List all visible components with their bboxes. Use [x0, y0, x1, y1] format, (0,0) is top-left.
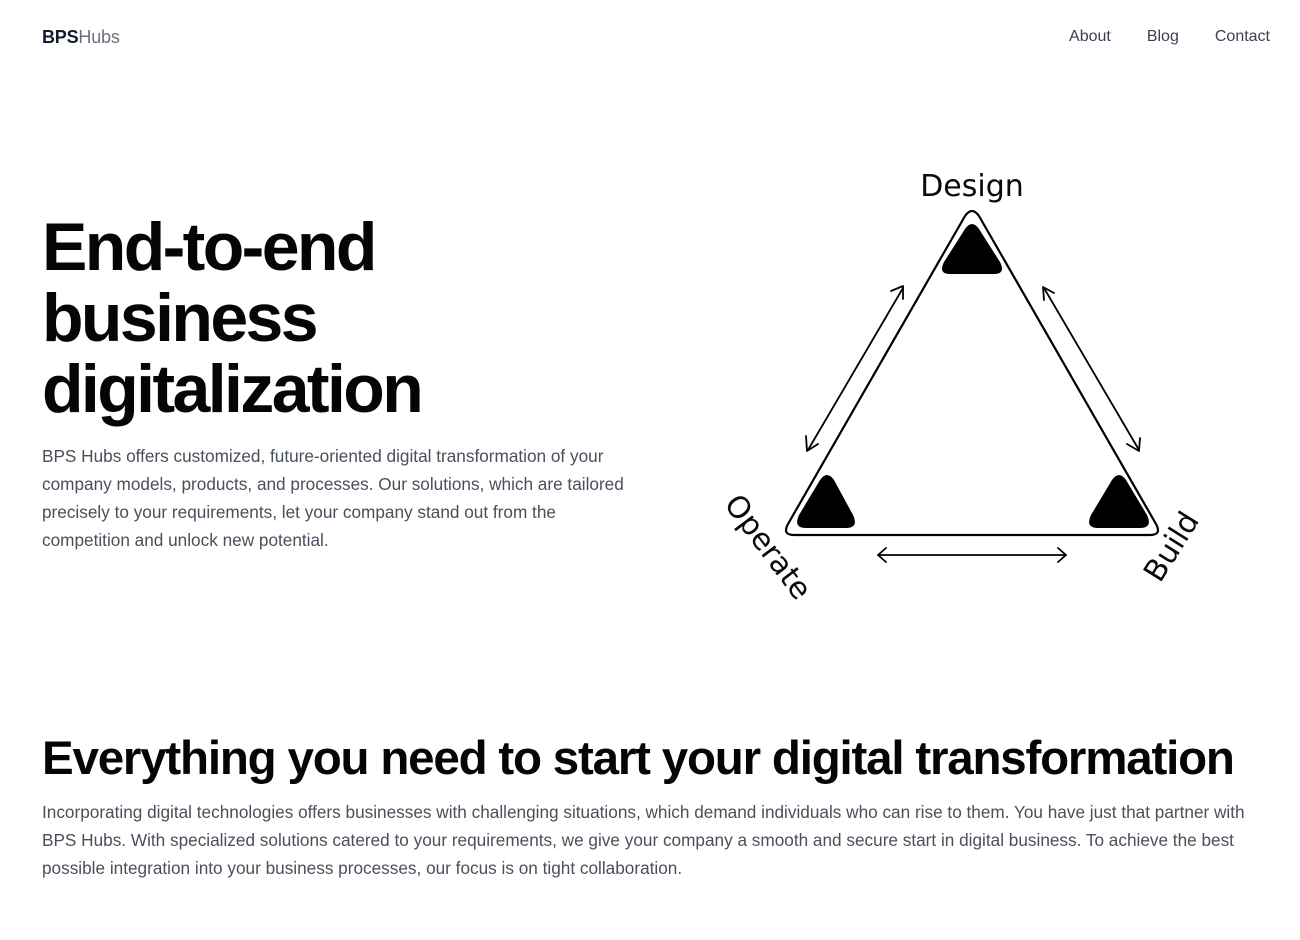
page: BPSHubs About Blog Contact End-to-end bu…	[0, 0, 1300, 940]
design-build-operate-diagram: Design Build Operate	[700, 150, 1240, 620]
hero-title: End-to-end business digitalization	[42, 212, 642, 425]
operate-corner-marker	[797, 475, 855, 528]
logo-strong-text: BPS	[42, 27, 79, 47]
nav-link-blog[interactable]: Blog	[1147, 27, 1179, 47]
main-nav: About Blog Contact	[1069, 27, 1270, 47]
hero-title-line-2: business	[42, 280, 319, 356]
hero-description: BPS Hubs offers customized, future-orien…	[42, 446, 624, 550]
hero-title-line-3: digitalization	[42, 351, 424, 427]
design-corner-marker	[942, 224, 1002, 274]
design-label: Design	[920, 169, 1024, 204]
cycle-diagram-svg: Design Build Operate	[717, 169, 1207, 607]
hero-title-line-1: End-to-end	[42, 209, 377, 285]
nav-link-contact[interactable]: Contact	[1215, 27, 1270, 47]
section-description: Incorporating digital technologies offer…	[42, 802, 1245, 878]
operate-label: Operate	[717, 488, 818, 607]
right-edge-arrow	[1042, 286, 1141, 452]
left-edge-arrow	[805, 285, 904, 452]
section-title: Everything you need to start your digita…	[42, 732, 1235, 785]
logo-link[interactable]: BPSHubs	[42, 26, 120, 48]
logo-light-text: Hubs	[78, 27, 120, 47]
bottom-edge-arrow	[877, 547, 1067, 563]
nav-link-about[interactable]: About	[1069, 27, 1111, 47]
build-corner-marker	[1089, 475, 1149, 528]
